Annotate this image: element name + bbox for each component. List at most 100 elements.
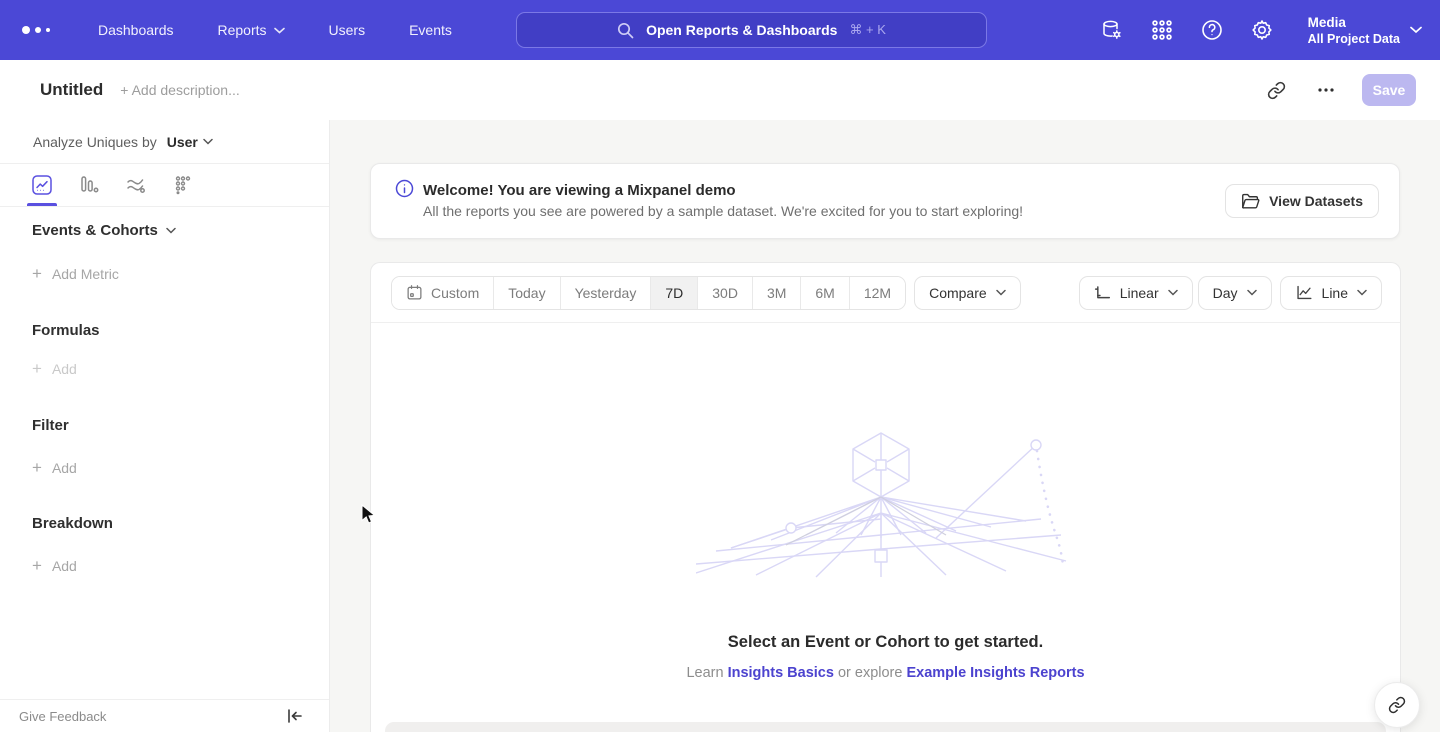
analyze-uniques-row: Analyze Uniques by User: [0, 120, 329, 164]
add-filter-label: Add: [52, 460, 77, 476]
collapse-sidebar-icon[interactable]: [287, 709, 303, 723]
nav-item-label: Users: [329, 22, 366, 38]
analyze-value-dropdown[interactable]: User: [167, 134, 213, 150]
help-icon[interactable]: [1200, 18, 1224, 42]
chart-type-dropdown[interactable]: Line: [1280, 276, 1382, 310]
nav-item-label: Events: [409, 22, 452, 38]
more-options-icon[interactable]: [1312, 76, 1340, 104]
demo-welcome-banner: Welcome! You are viewing a Mixpanel demo…: [370, 163, 1400, 239]
nav-item-label: Dashboards: [98, 22, 174, 38]
date-range-segmented-control: Custom Today Yesterday 7D 30D 3M 6M 12M: [391, 276, 906, 310]
data-management-icon[interactable]: [1100, 18, 1124, 42]
range-label: Yesterday: [575, 285, 637, 301]
range-yesterday[interactable]: Yesterday: [561, 277, 652, 309]
analyze-value-label: User: [167, 134, 198, 150]
range-today[interactable]: Today: [494, 277, 560, 309]
chevron-down-icon: [1357, 289, 1367, 296]
project-scope: All Project Data: [1308, 31, 1400, 47]
range-6m[interactable]: 6M: [801, 277, 849, 309]
or-explore-text: or explore: [838, 665, 902, 681]
main-content: Welcome! You are viewing a Mixpanel demo…: [331, 120, 1440, 732]
range-label: Today: [508, 285, 545, 301]
banner-subtitle: All the reports you see are powered by a…: [423, 201, 1023, 222]
project-selector[interactable]: Media All Project Data: [1308, 14, 1422, 47]
global-search-button[interactable]: Open Reports & Dashboards ⌘ + K: [516, 12, 987, 48]
folder-icon: [1241, 193, 1260, 210]
share-link-fab[interactable]: [1374, 682, 1420, 728]
nav-right-controls: Media All Project Data: [1100, 0, 1422, 60]
chevron-down-icon: [1247, 289, 1257, 296]
bar-chart-icon: [78, 174, 100, 196]
tab-line-chart[interactable]: [30, 164, 54, 206]
tab-flow-chart[interactable]: [124, 164, 148, 206]
insights-report-card: Custom Today Yesterday 7D 30D 3M 6M 12M …: [370, 262, 1401, 732]
nav-item-events[interactable]: Events: [409, 22, 452, 38]
events-cohorts-label: Events & Cohorts: [32, 222, 158, 239]
view-datasets-button[interactable]: View Datasets: [1225, 184, 1379, 218]
tab-bar-chart[interactable]: [77, 164, 101, 206]
breakdown-section-title: Breakdown: [0, 515, 329, 532]
mixpanel-logo-icon[interactable]: [22, 26, 58, 34]
give-feedback-link[interactable]: Give Feedback: [19, 709, 106, 724]
report-description-placeholder[interactable]: + Add description...: [120, 82, 239, 98]
nav-item-label: Reports: [218, 22, 267, 38]
report-footer-panel: [385, 722, 1386, 732]
search-shortcut: ⌘ + K: [849, 22, 886, 38]
add-breakdown-button[interactable]: + Add: [0, 558, 329, 574]
range-label: 12M: [864, 285, 891, 301]
nav-item-reports[interactable]: Reports: [218, 22, 285, 38]
add-formula-button[interactable]: + Add: [0, 361, 329, 377]
apps-grid-icon[interactable]: [1150, 18, 1174, 42]
empty-state: Select an Event or Cohort to get started…: [371, 323, 1400, 681]
settings-gear-icon[interactable]: [1250, 18, 1274, 42]
insights-basics-link[interactable]: Insights Basics: [728, 665, 834, 681]
save-button[interactable]: Save: [1362, 74, 1416, 106]
range-3m[interactable]: 3M: [753, 277, 801, 309]
tab-scatter-chart[interactable]: [171, 164, 195, 206]
example-insights-reports-link[interactable]: Example Insights Reports: [906, 665, 1084, 681]
search-icon: [617, 22, 634, 39]
filter-section-title: Filter: [0, 417, 329, 434]
copy-link-icon[interactable]: [1262, 76, 1290, 104]
report-toolbar: Custom Today Yesterday 7D 30D 3M 6M 12M …: [371, 263, 1400, 323]
range-7d[interactable]: 7D: [651, 277, 698, 309]
range-label: 7D: [665, 285, 683, 301]
formulas-section-title: Formulas: [0, 322, 329, 339]
chart-type-tabs: [0, 164, 329, 207]
scatter-dots-icon: [172, 174, 194, 196]
chart-type-label: Line: [1322, 285, 1348, 301]
scale-dropdown[interactable]: Linear: [1079, 276, 1193, 310]
calendar-icon: [406, 284, 423, 301]
plus-icon: +: [32, 267, 42, 281]
banner-title: Welcome! You are viewing a Mixpanel demo: [423, 180, 1023, 201]
line-chart-icon: [1295, 284, 1313, 301]
compare-label: Compare: [929, 285, 987, 301]
interval-dropdown[interactable]: Day: [1198, 276, 1272, 310]
compare-dropdown[interactable]: Compare: [914, 276, 1021, 310]
empty-state-illustration: [696, 423, 1076, 578]
chevron-down-icon: [1410, 26, 1422, 34]
range-custom[interactable]: Custom: [392, 277, 494, 309]
add-metric-button[interactable]: + Add Metric: [0, 266, 329, 282]
events-cohorts-section[interactable]: Events & Cohorts: [0, 222, 329, 239]
flow-icon: [125, 174, 147, 196]
scale-label: Linear: [1120, 285, 1159, 301]
plus-icon: +: [32, 559, 42, 573]
nav-item-users[interactable]: Users: [329, 22, 366, 38]
range-30d[interactable]: 30D: [698, 277, 753, 309]
link-icon: [1388, 696, 1406, 714]
nav-item-dashboards[interactable]: Dashboards: [98, 22, 174, 38]
analyze-label: Analyze Uniques by: [33, 134, 157, 150]
range-label: 30D: [712, 285, 738, 301]
range-12m[interactable]: 12M: [850, 277, 905, 309]
report-title[interactable]: Untitled: [40, 80, 103, 100]
chevron-down-icon: [274, 27, 285, 34]
add-filter-button[interactable]: + Add: [0, 460, 329, 476]
learn-prefix: Learn: [686, 665, 723, 681]
linear-axis-icon: [1094, 284, 1111, 301]
chevron-down-icon: [166, 227, 176, 234]
range-label: 3M: [767, 285, 786, 301]
info-icon: [395, 179, 414, 203]
plus-icon: +: [32, 461, 42, 475]
chevron-down-icon: [203, 138, 213, 145]
